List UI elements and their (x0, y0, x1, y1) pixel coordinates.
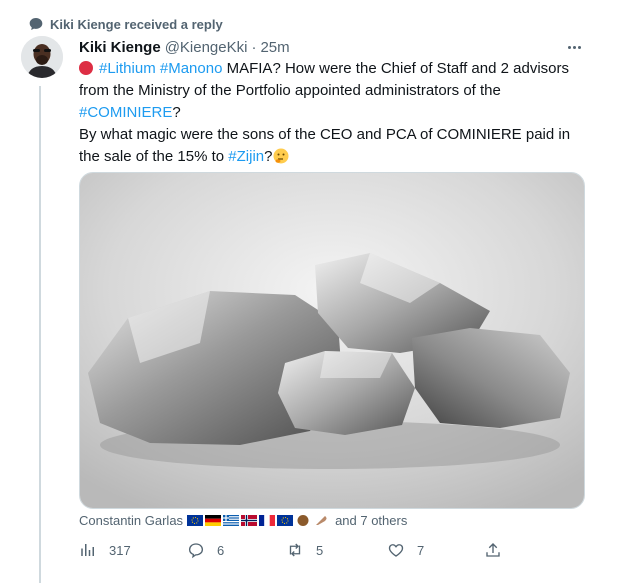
feather-emoji-icon (316, 515, 327, 525)
eu-flag-icon (277, 514, 294, 526)
hashtag-manono[interactable]: #Manono (160, 60, 223, 77)
reply-button[interactable]: 6 (187, 540, 224, 560)
reply-count: 6 (217, 542, 225, 558)
views-button[interactable]: 317 (79, 540, 131, 560)
brown-circle-emoji-icon (297, 514, 309, 526)
liker-flags (187, 514, 329, 526)
hashtag-lithium[interactable]: #Lithium (99, 60, 156, 77)
notification-text: Kiki Kienge received a reply (50, 16, 223, 32)
tweet-text-segment: ? (264, 148, 273, 165)
author-handle[interactable]: @KiengeKki (165, 39, 248, 56)
tweet-image[interactable] (79, 172, 585, 509)
eu-flag-icon (187, 514, 204, 526)
tweet-header: Kiki Kienge @KiengeKki · 25m (79, 36, 290, 58)
red-circle-emoji (79, 61, 93, 75)
notification-header[interactable]: Kiki Kienge received a reply (29, 14, 223, 34)
analytics-icon (81, 544, 94, 556)
reply-icon (188, 543, 204, 559)
germany-flag-icon (205, 514, 222, 526)
liked-by-row[interactable]: Constantin Garlas and 7 others (79, 512, 407, 528)
hashtag-zijin[interactable]: #Zijin (228, 148, 264, 165)
separator-dot: · (251, 38, 257, 56)
thread-line (39, 86, 41, 583)
tweet-text-segment: By what magic were the sons of the CEO a… (79, 126, 571, 165)
avatar[interactable] (21, 36, 63, 78)
avatar-image (21, 36, 63, 78)
tweet-text: #Lithium #Manono MAFIA? How were the Chi… (79, 58, 589, 168)
author-name[interactable]: Kiki Kienge (79, 39, 161, 56)
lithium-rocks-image (80, 173, 584, 508)
tweet-notification: Kiki Kienge received a reply Kiki Kienge… (0, 0, 626, 583)
tweet-paragraph-1: #Lithium #Manono MAFIA? How were the Chi… (79, 58, 589, 124)
liked-by-others[interactable]: and 7 others (335, 513, 407, 528)
like-count: 7 (417, 542, 425, 558)
views-count: 317 (109, 542, 131, 558)
retweet-icon (289, 543, 301, 557)
heart-icon (388, 544, 404, 557)
thinking-face-emoji (273, 148, 289, 164)
retweet-count: 5 (316, 542, 324, 558)
hashtag-cominiere[interactable]: #COMINIERE (79, 104, 172, 121)
first-liker-name[interactable]: Constantin Garlas (79, 513, 183, 528)
retweet-button[interactable]: 5 (286, 540, 323, 560)
timestamp[interactable]: 25m (260, 39, 289, 56)
share-icon (486, 543, 500, 557)
tweet-actions: 317 6 5 7 (79, 540, 509, 560)
norway-flag-icon (241, 514, 258, 526)
tweet-text-segment: ? (172, 104, 181, 121)
share-button[interactable] (484, 540, 514, 560)
france-flag-icon (259, 514, 276, 526)
speech-bubble-icon (29, 18, 43, 30)
like-button[interactable]: 7 (387, 540, 424, 560)
more-options-icon[interactable] (562, 38, 586, 56)
greece-flag-icon (223, 514, 240, 526)
tweet-paragraph-2: By what magic were the sons of the CEO a… (79, 124, 589, 168)
